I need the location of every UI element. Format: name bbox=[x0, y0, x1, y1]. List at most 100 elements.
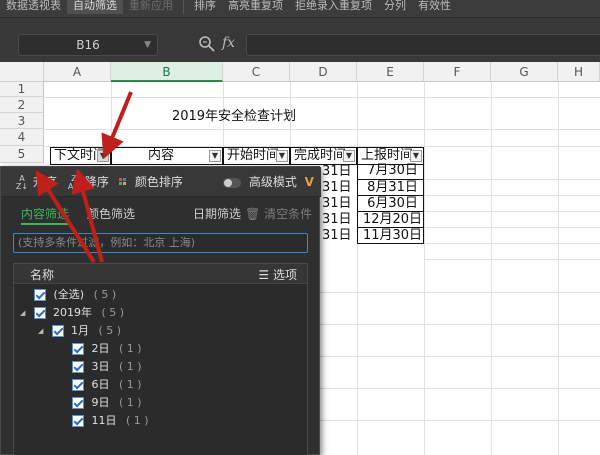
list-header-name: 名称 bbox=[30, 268, 55, 282]
cell-completion[interactable]: 31日 bbox=[322, 212, 352, 228]
filter-search-input[interactable]: (支持多条件过滤，例如：北京 上海) bbox=[13, 233, 308, 253]
cell-completion[interactable]: 31日 bbox=[322, 164, 352, 180]
checkbox-checked-icon[interactable] bbox=[72, 379, 84, 391]
collapse-triangle-icon[interactable]: ◢ bbox=[20, 304, 30, 322]
reject-duplicates-button[interactable]: 拒绝录入重复项 bbox=[289, 0, 378, 14]
collapse-triangle-icon[interactable]: ◢ bbox=[38, 322, 48, 340]
header-cell-completion-time[interactable]: 完成时间 ▼ bbox=[290, 147, 357, 165]
grid-line bbox=[44, 97, 600, 98]
checkbox-checked-icon[interactable] bbox=[72, 415, 84, 427]
tree-item-day[interactable]: 6日 ( 1 ) bbox=[72, 376, 142, 394]
column-header-g[interactable]: G bbox=[491, 62, 558, 82]
checkbox-checked-icon[interactable] bbox=[51, 325, 64, 337]
advanced-mode-toggle[interactable]: 高级模式 V bbox=[223, 173, 314, 191]
tree-item-day[interactable]: 11日 ( 1 ) bbox=[72, 412, 149, 430]
column-header-f[interactable]: F bbox=[424, 62, 491, 82]
checkbox-checked-icon[interactable] bbox=[72, 343, 84, 355]
cell-report[interactable]: 8月31日 bbox=[357, 180, 424, 196]
filter-dropdown-icon[interactable]: ▼ bbox=[276, 150, 288, 162]
row-header[interactable]: 2 bbox=[0, 97, 44, 113]
color-sort-button[interactable]: 颜色排序 bbox=[119, 173, 183, 191]
formula-bar: B16 ▼ fx bbox=[0, 18, 600, 58]
validation-button[interactable]: 有效性 bbox=[412, 0, 457, 14]
tree-item-month[interactable]: ◢ 1月 ( 5 ) bbox=[38, 322, 121, 340]
grid-line bbox=[558, 82, 559, 455]
column-header-b[interactable]: B bbox=[111, 62, 223, 82]
tree-item-label: 6日 bbox=[91, 378, 110, 391]
tree-item-label: 11日 bbox=[91, 414, 117, 427]
column-header-c[interactable]: C bbox=[223, 62, 290, 82]
header-cell-content[interactable]: 内容 ▼ bbox=[111, 147, 223, 165]
cell-completion[interactable]: 31日 bbox=[322, 228, 352, 244]
cell-completion[interactable]: 31日 bbox=[322, 180, 352, 196]
checkbox-checked-icon[interactable] bbox=[72, 397, 84, 409]
list-icon: ☰ bbox=[258, 268, 270, 282]
sort-button[interactable]: 排序 bbox=[188, 0, 222, 14]
tree-item-day[interactable]: 3日 ( 1 ) bbox=[72, 358, 142, 376]
clear-conditions-button[interactable]: 🗑 清空条件 bbox=[245, 205, 312, 225]
tree-item-label: 2日 bbox=[91, 342, 110, 355]
header-cell-start-time[interactable]: 开始时间 ▼ bbox=[223, 147, 290, 165]
auto-filter-button[interactable]: 自动筛选 bbox=[67, 0, 123, 14]
filter-dropdown-icon[interactable]: ▼ bbox=[209, 150, 221, 162]
tree-item-count: ( 1 ) bbox=[119, 342, 142, 355]
chevron-down-icon[interactable]: ▼ bbox=[144, 35, 151, 55]
row-header[interactable]: 4 bbox=[0, 129, 44, 146]
cell-report[interactable]: 7月30日 bbox=[357, 163, 424, 180]
options-label: 选项 bbox=[272, 268, 297, 282]
grid-line bbox=[424, 243, 600, 244]
tab-color-filter[interactable]: 颜色筛选 bbox=[87, 205, 135, 225]
checkbox-checked-icon[interactable] bbox=[72, 361, 84, 373]
tree-item-day[interactable]: 2日 ( 1 ) bbox=[72, 340, 142, 358]
name-box-value: B16 bbox=[76, 38, 100, 52]
tab-content-filter[interactable]: 内容筛选 bbox=[21, 205, 70, 225]
row-header[interactable]: 1 bbox=[0, 82, 44, 97]
sort-descending-button[interactable]: Z A↓ 降序 bbox=[67, 173, 109, 191]
date-filter-button[interactable]: 日期筛选 bbox=[193, 205, 241, 225]
row-header[interactable]: 5 bbox=[0, 146, 44, 163]
cell-report[interactable]: 12月20日 bbox=[357, 212, 424, 228]
column-header-h[interactable]: H bbox=[558, 62, 600, 82]
column-header-a[interactable]: A bbox=[44, 62, 111, 82]
tree-item-label: 1月 bbox=[71, 324, 89, 337]
filter-dropdown-icon[interactable]: ▼ bbox=[343, 150, 355, 162]
zoom-icon[interactable] bbox=[198, 35, 216, 53]
name-box[interactable]: B16 ▼ bbox=[18, 34, 158, 56]
column-header-d[interactable]: D bbox=[290, 62, 357, 82]
tree-item-year[interactable]: ◢ 2019年 ( 5 ) bbox=[20, 304, 124, 322]
sort-ascending-label: 升序 bbox=[32, 175, 57, 189]
checkbox-checked-icon[interactable] bbox=[33, 307, 46, 319]
checkbox-checked-icon[interactable] bbox=[34, 289, 46, 301]
cell-report[interactable]: 6月30日 bbox=[357, 196, 424, 212]
cell-report[interactable]: 11月30日 bbox=[357, 228, 424, 244]
tree-item-select-all[interactable]: (全选) ( 5 ) bbox=[34, 286, 116, 304]
pivot-table-button[interactable]: 数据透视表 bbox=[0, 0, 67, 14]
advanced-mode-label: 高级模式 bbox=[248, 175, 297, 189]
fx-icon[interactable]: fx bbox=[222, 35, 235, 51]
tree-item-label: 9日 bbox=[91, 396, 110, 409]
split-column-button[interactable]: 分列 bbox=[378, 0, 412, 14]
reapply-button[interactable]: 重新应用 bbox=[123, 0, 179, 14]
options-button[interactable]: ☰ 选项 bbox=[258, 266, 297, 283]
list-header: 名称 ☰ 选项 bbox=[14, 264, 307, 284]
column-header-e[interactable]: E bbox=[357, 62, 424, 82]
grid-line bbox=[320, 420, 600, 421]
grid-line bbox=[320, 324, 600, 325]
filter-dropdown-icon[interactable]: ▼ bbox=[97, 150, 109, 162]
highlight-duplicates-button[interactable]: 高亮重复项 bbox=[222, 0, 289, 14]
select-all-corner[interactable] bbox=[0, 62, 44, 82]
cell-completion[interactable]: 31日 bbox=[322, 196, 352, 212]
sheet-title[interactable]: 2019年安全检查计划 bbox=[44, 102, 424, 132]
toggle-switch-icon bbox=[223, 177, 241, 188]
filter-dropdown-icon[interactable]: ▼ bbox=[410, 150, 422, 162]
row-header[interactable]: 3 bbox=[0, 113, 44, 129]
tree-item-day[interactable]: 9日 ( 1 ) bbox=[72, 394, 142, 412]
sort-ascending-button[interactable]: A Z↓ 升序 bbox=[15, 173, 57, 191]
filter-value-list[interactable]: 名称 ☰ 选项 (全选) ( 5 ) ◢ 2019年 ( 5 ) ◢ 1月 (… bbox=[13, 263, 308, 455]
tree-item-label: 3日 bbox=[91, 360, 110, 373]
formula-input[interactable] bbox=[246, 34, 600, 56]
grid-line bbox=[357, 82, 358, 455]
trash-icon: 🗑 bbox=[245, 207, 261, 221]
header-cell-issue-date[interactable]: 下文时间 ▼ bbox=[50, 147, 111, 165]
sort-descending-label: 降序 bbox=[84, 175, 109, 189]
